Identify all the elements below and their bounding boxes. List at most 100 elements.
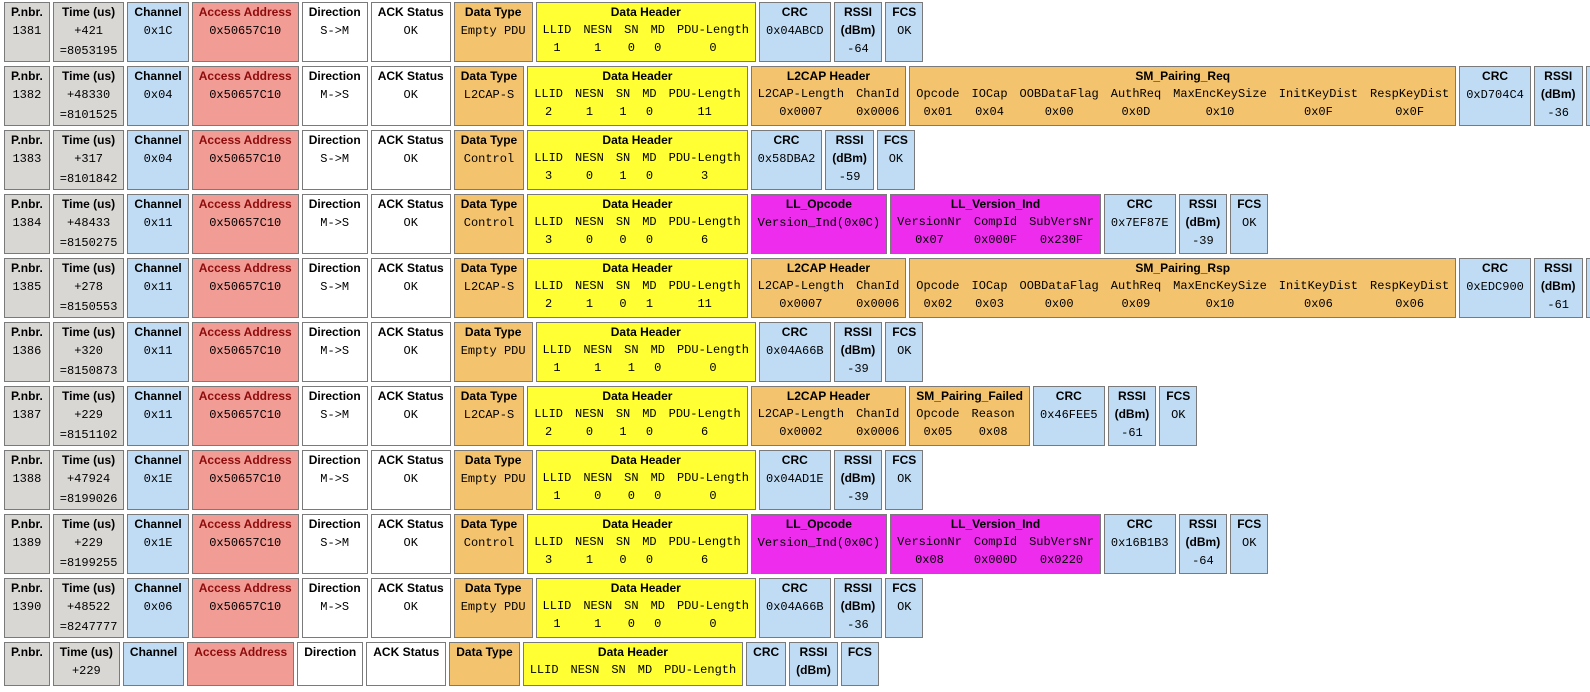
packet-row[interactable]: P.nbr.Time (us)+229ChannelAccess Address… xyxy=(4,642,1586,686)
fcs-cell: FCSOK xyxy=(877,130,915,190)
data-header-cell: Data HeaderLLID3NESN1SN0MD0PDU-Length6 xyxy=(527,514,747,574)
data-header-cell: Data HeaderLLID1NESN1SN0MD0PDU-Length0 xyxy=(536,578,756,638)
rssi-cell: RSSI(dBm) xyxy=(789,642,838,686)
rssi-cell: RSSI(dBm)-61 xyxy=(1534,258,1583,318)
data-header-cell: Data HeaderLLID3NESN0SN1MD0PDU-Length3 xyxy=(527,130,747,190)
fcs-cell: FCSOK xyxy=(1230,514,1268,574)
channel-cell: Channel xyxy=(123,642,184,686)
crc-cell: CRC0x04A66B xyxy=(759,322,831,382)
time-cell: Time (us)+317=8101842 xyxy=(53,130,125,190)
direction-cell: DirectionS->M xyxy=(302,386,368,446)
packet-row[interactable]: P.nbr.1385Time (us)+278=8150553Channel0x… xyxy=(4,258,1586,318)
sm-pairing-cell: SM_Pairing_RspOpcode0x02IOCap0x03OOBData… xyxy=(909,258,1456,318)
data-header-cell: Data HeaderLLID2NESN0SN1MD0PDU-Length6 xyxy=(527,386,747,446)
channel-cell: Channel0x11 xyxy=(127,194,188,254)
pnbr-cell: P.nbr.1384 xyxy=(4,194,50,254)
pnbr-cell: P.nbr.1382 xyxy=(4,66,50,126)
l2cap-header-cell: L2CAP HeaderL2CAP-Length0x0007ChanId0x00… xyxy=(751,258,907,318)
fcs-cell: FCSOK xyxy=(1586,66,1590,126)
data-header-cell: Data HeaderLLID2NESN1SN1MD0PDU-Length11 xyxy=(527,66,747,126)
packet-row[interactable]: P.nbr.1383Time (us)+317=8101842Channel0x… xyxy=(4,130,1586,190)
fcs-cell: FCSOK xyxy=(1586,258,1590,318)
fcs-cell: FCSOK xyxy=(885,322,923,382)
pnbr-cell: P.nbr.1386 xyxy=(4,322,50,382)
time-cell: Time (us)+48330=8101525 xyxy=(53,66,125,126)
ack-status-cell: ACK StatusOK xyxy=(371,2,451,62)
channel-cell: Channel0x04 xyxy=(127,66,188,126)
channel-cell: Channel0x11 xyxy=(127,322,188,382)
data-type-cell: Data TypeControl xyxy=(454,514,524,574)
time-cell: Time (us)+320=8150873 xyxy=(53,322,125,382)
data-type-cell: Data TypeEmpty PDU xyxy=(454,322,533,382)
pnbr-cell: P.nbr.1390 xyxy=(4,578,50,638)
channel-cell: Channel0x1C xyxy=(127,2,188,62)
channel-cell: Channel0x11 xyxy=(127,386,188,446)
time-cell: Time (us)+229=8199255 xyxy=(53,514,125,574)
crc-cell: CRC0x04ABCD xyxy=(759,2,831,62)
packet-row[interactable]: P.nbr.1381Time (us)+421=8053195Channel0x… xyxy=(4,2,1586,62)
data-type-cell: Data TypeEmpty PDU xyxy=(454,578,533,638)
ack-status-cell: ACK StatusOK xyxy=(371,578,451,638)
rssi-cell: RSSI(dBm)-36 xyxy=(1534,66,1583,126)
access-address-cell: Access Address xyxy=(187,642,294,686)
packet-row[interactable]: P.nbr.1382Time (us)+48330=8101525Channel… xyxy=(4,66,1586,126)
ll-version-ind-cell: LL_Version_IndVersionNr0x08CompId0x000DS… xyxy=(890,514,1101,574)
access-address-cell: Access Address0x50657C10 xyxy=(192,258,299,318)
pnbr-cell: P.nbr.1385 xyxy=(4,258,50,318)
direction-cell: DirectionM->S xyxy=(302,578,368,638)
time-cell: Time (us)+421=8053195 xyxy=(53,2,125,62)
fcs-cell: FCSOK xyxy=(1230,194,1268,254)
sm-pairing-failed-cell: SM_Pairing_FailedOpcode0x05Reason0x08 xyxy=(909,386,1030,446)
rssi-cell: RSSI(dBm)-64 xyxy=(834,2,883,62)
pnbr-cell: P.nbr.1381 xyxy=(4,2,50,62)
access-address-cell: Access Address0x50657C10 xyxy=(192,386,299,446)
crc-cell: CRC0xEDC900 xyxy=(1459,258,1531,318)
pnbr-cell: P.nbr.1389 xyxy=(4,514,50,574)
access-address-cell: Access Address0x50657C10 xyxy=(192,450,299,510)
data-type-cell: Data TypeControl xyxy=(454,194,524,254)
packet-row[interactable]: P.nbr.1386Time (us)+320=8150873Channel0x… xyxy=(4,322,1586,382)
data-header-cell: Data HeaderLLID1NESN1SN0MD0PDU-Length0 xyxy=(536,2,756,62)
ack-status-cell: ACK StatusOK xyxy=(371,514,451,574)
fcs-cell: FCSOK xyxy=(1159,386,1197,446)
crc-cell: CRC0x46FEE5 xyxy=(1033,386,1105,446)
rssi-cell: RSSI(dBm)-39 xyxy=(834,322,883,382)
l2cap-header-cell: L2CAP HeaderL2CAP-Length0x0007ChanId0x00… xyxy=(751,66,907,126)
direction-cell: DirectionS->M xyxy=(302,2,368,62)
ack-status-cell: ACK StatusOK xyxy=(371,450,451,510)
direction-cell: DirectionM->S xyxy=(302,66,368,126)
data-type-cell: Data TypeL2CAP-S xyxy=(454,386,524,446)
time-cell: Time (us)+229 xyxy=(53,642,120,686)
channel-cell: Channel0x04 xyxy=(127,130,188,190)
time-cell: Time (us)+278=8150553 xyxy=(53,258,125,318)
rssi-cell: RSSI(dBm)-59 xyxy=(825,130,874,190)
ack-status-cell: ACK StatusOK xyxy=(371,386,451,446)
fcs-cell: FCSOK xyxy=(885,578,923,638)
packet-row[interactable]: P.nbr.1389Time (us)+229=8199255Channel0x… xyxy=(4,514,1586,574)
time-cell: Time (us)+48522=8247777 xyxy=(53,578,125,638)
fcs-cell: FCS xyxy=(841,642,879,686)
packet-row[interactable]: P.nbr.1384Time (us)+48433=8150275Channel… xyxy=(4,194,1586,254)
direction-cell: DirectionS->M xyxy=(302,514,368,574)
data-type-cell: Data TypeControl xyxy=(454,130,524,190)
rssi-cell: RSSI(dBm)-61 xyxy=(1108,386,1157,446)
access-address-cell: Access Address0x50657C10 xyxy=(192,578,299,638)
packet-row[interactable]: P.nbr.1387Time (us)+229=8151102Channel0x… xyxy=(4,386,1586,446)
direction-cell: DirectionM->S xyxy=(302,322,368,382)
access-address-cell: Access Address0x50657C10 xyxy=(192,2,299,62)
packet-row[interactable]: P.nbr.1388Time (us)+47924=8199026Channel… xyxy=(4,450,1586,510)
ack-status-cell: ACK StatusOK xyxy=(371,258,451,318)
access-address-cell: Access Address0x50657C10 xyxy=(192,322,299,382)
access-address-cell: Access Address0x50657C10 xyxy=(192,194,299,254)
channel-cell: Channel0x11 xyxy=(127,258,188,318)
data-type-cell: Data Type xyxy=(449,642,519,686)
direction-cell: DirectionM->S xyxy=(302,194,368,254)
data-type-cell: Data TypeEmpty PDU xyxy=(454,450,533,510)
access-address-cell: Access Address0x50657C10 xyxy=(192,130,299,190)
time-cell: Time (us)+229=8151102 xyxy=(53,386,125,446)
rssi-cell: RSSI(dBm)-39 xyxy=(1179,194,1228,254)
direction-cell: DirectionS->M xyxy=(302,130,368,190)
ll-version-ind-cell: LL_Version_IndVersionNr0x07CompId0x000FS… xyxy=(890,194,1101,254)
direction-cell: Direction xyxy=(297,642,363,686)
packet-row[interactable]: P.nbr.1390Time (us)+48522=8247777Channel… xyxy=(4,578,1586,638)
